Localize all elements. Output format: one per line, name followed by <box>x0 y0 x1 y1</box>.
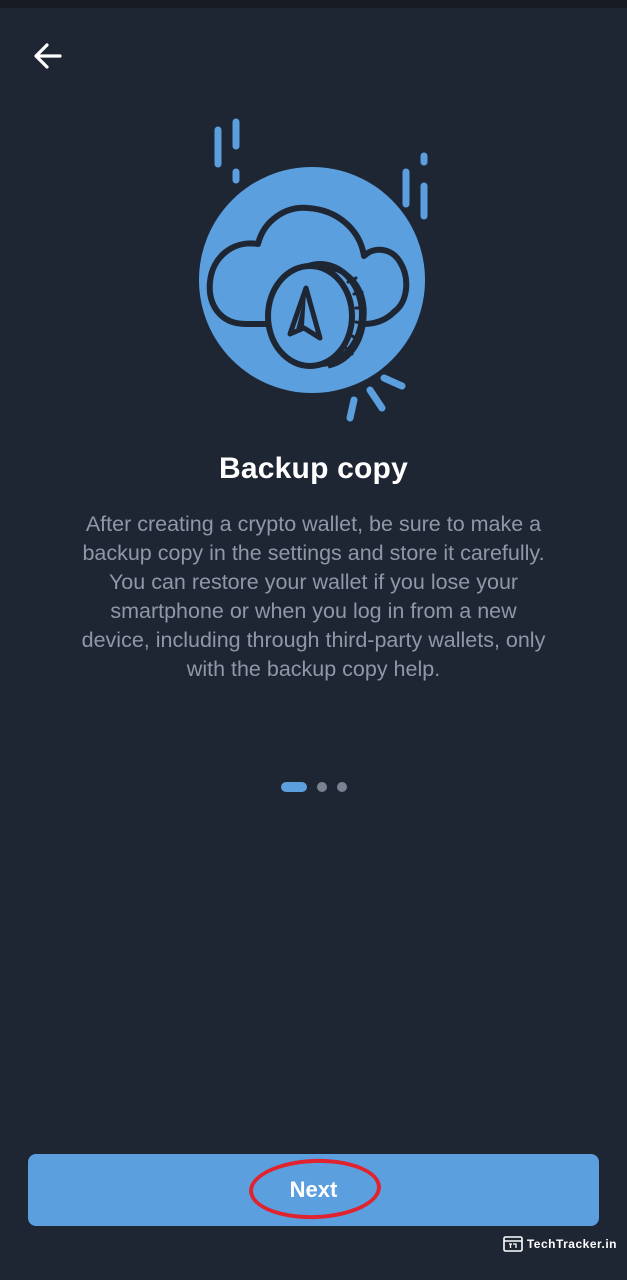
arrow-left-icon <box>34 43 62 69</box>
highlight-circle-annotation <box>247 1156 383 1222</box>
page-title: Backup copy <box>219 452 408 485</box>
page-description: After creating a crypto wallet, be sure … <box>81 512 546 681</box>
browser-window-icon <box>503 1236 523 1252</box>
watermark: TechTracker.in <box>503 1236 617 1252</box>
cloud-coin-icon <box>199 118 428 422</box>
back-button[interactable] <box>24 36 72 76</box>
page-indicator <box>0 782 627 792</box>
status-bar-strip <box>0 0 627 8</box>
onboarding-screen: Backup copy After creating a crypto wall… <box>0 0 627 1280</box>
watermark-text: TechTracker.in <box>526 1237 617 1251</box>
backup-illustration <box>188 112 438 432</box>
page-dot <box>316 782 327 792</box>
page-dot-active <box>280 782 307 792</box>
next-button[interactable]: Next <box>28 1154 599 1226</box>
page-dot <box>336 782 347 792</box>
